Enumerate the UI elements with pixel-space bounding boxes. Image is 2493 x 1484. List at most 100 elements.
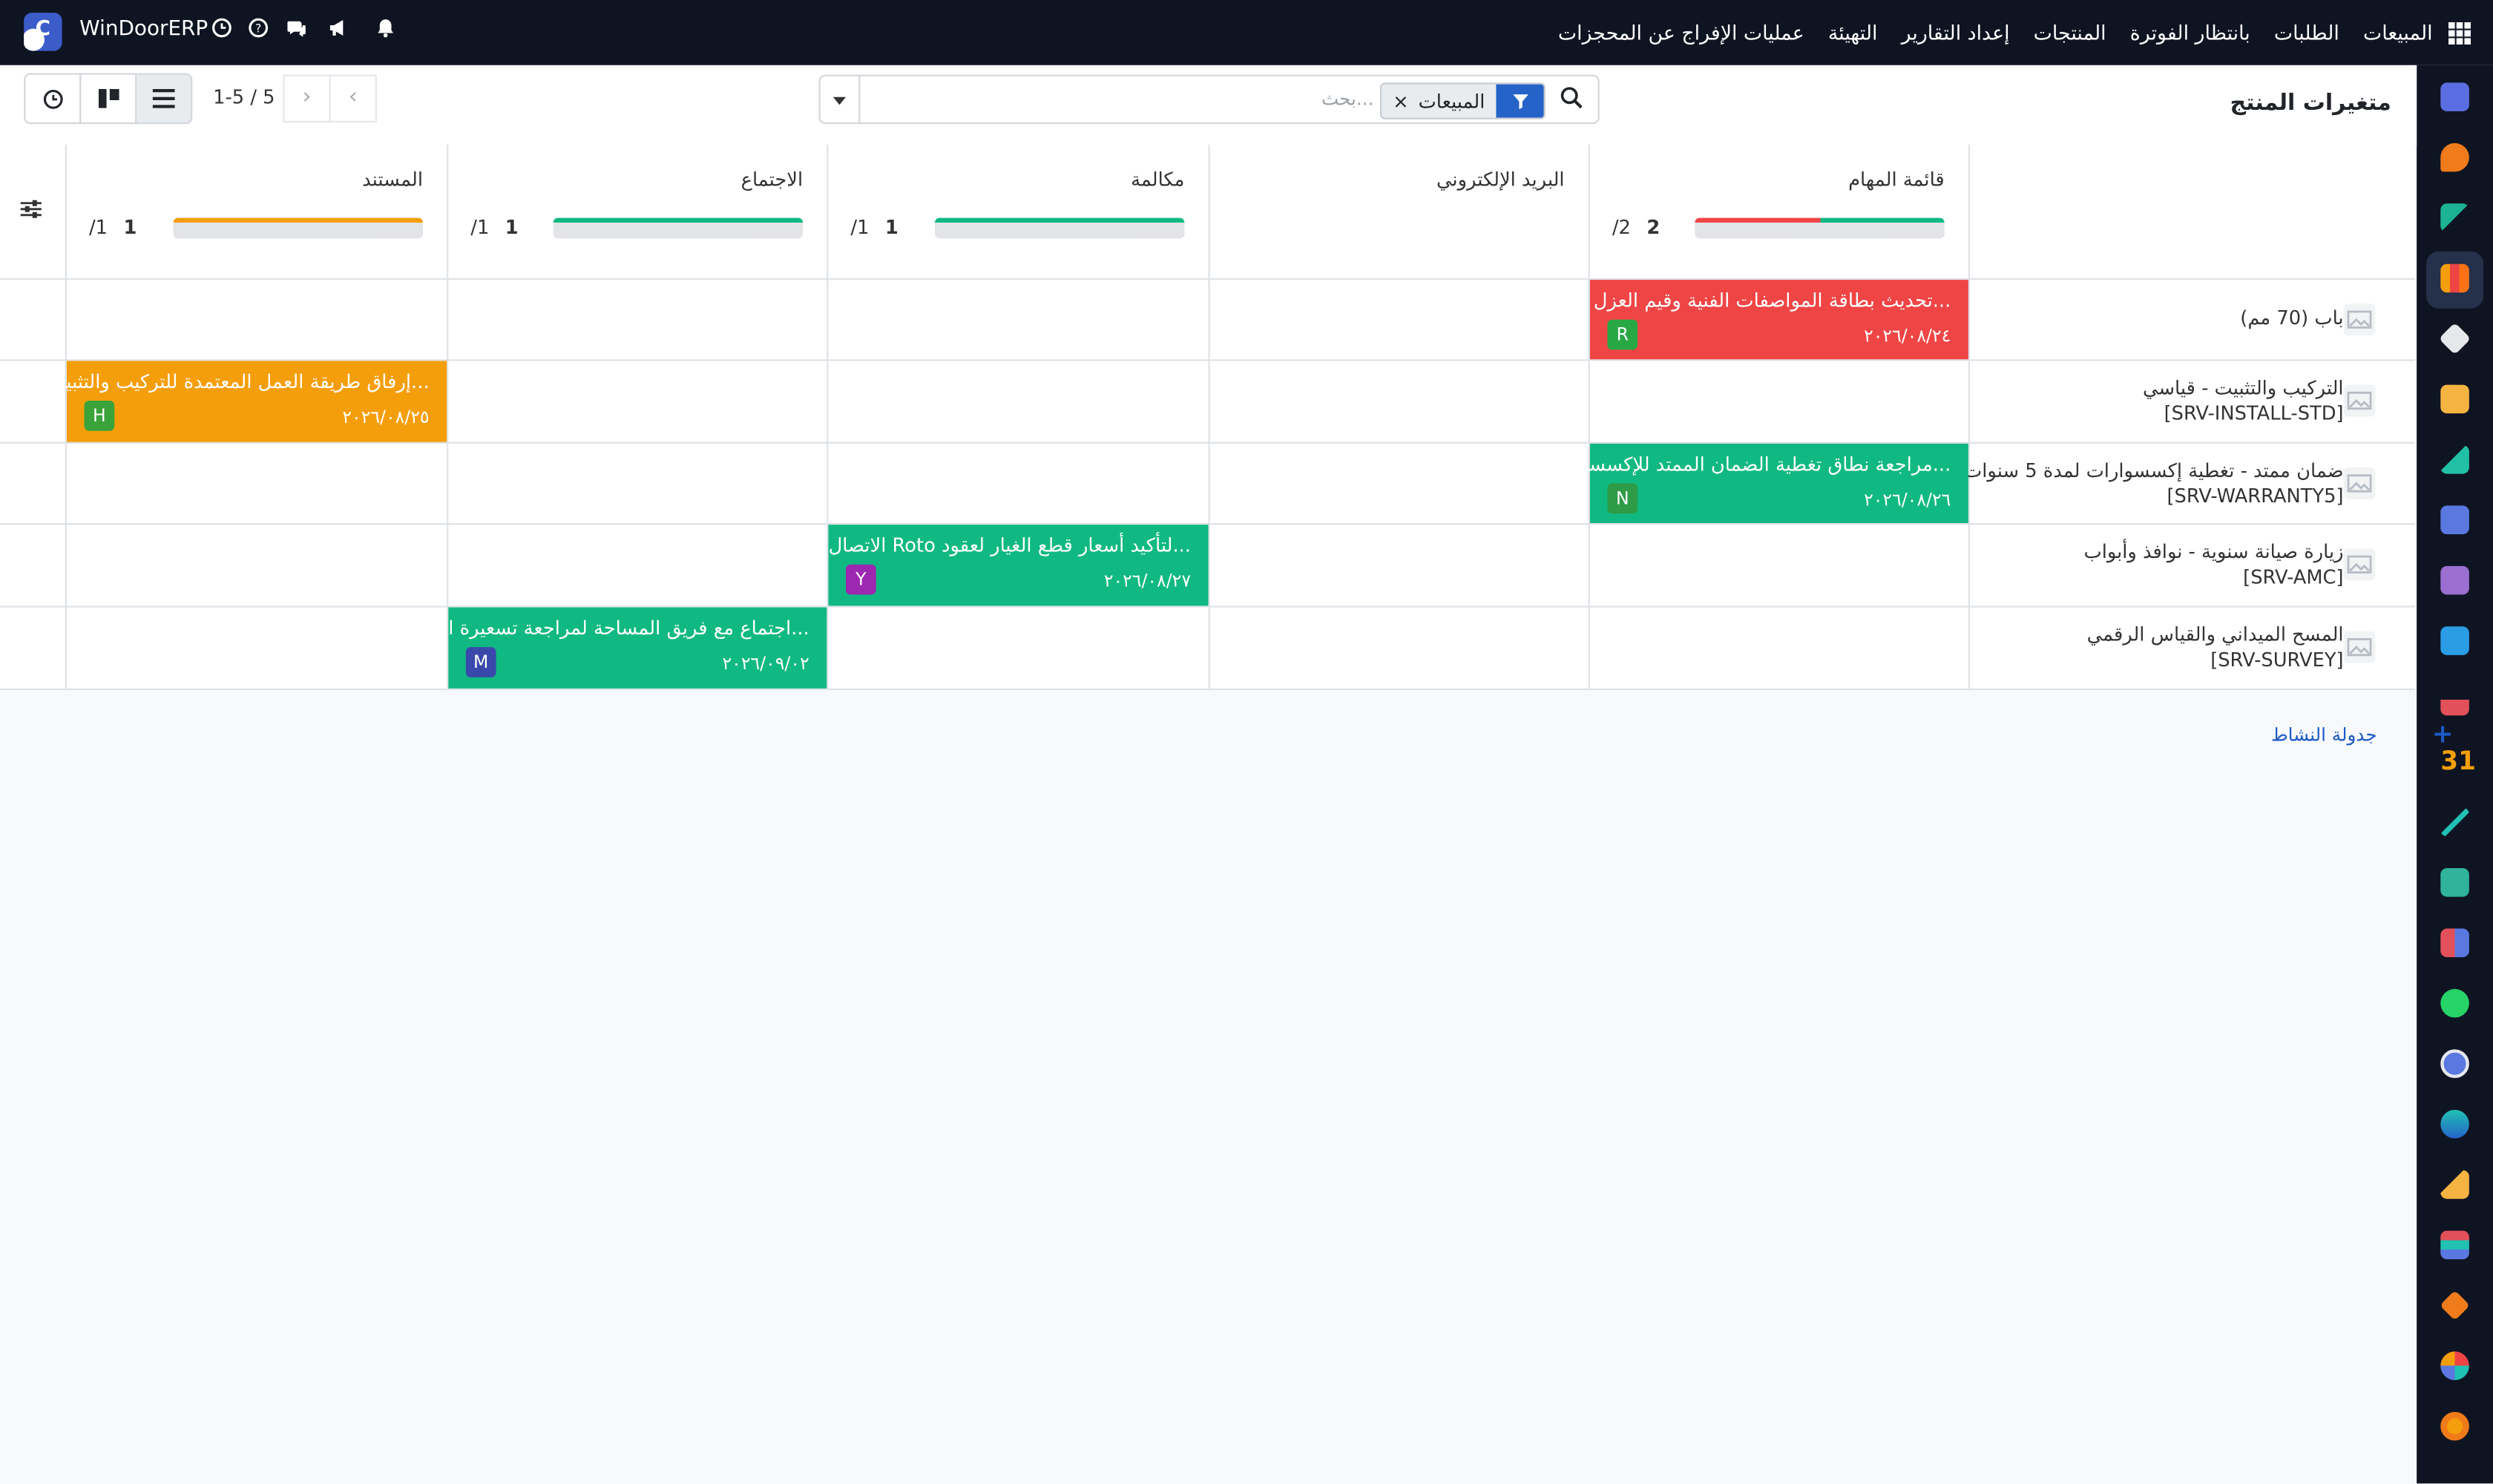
list-view-button[interactable] xyxy=(135,73,193,125)
column-count: /2 2 xyxy=(1612,216,1661,239)
pager-value[interactable]: 1-5 / 5 xyxy=(213,86,275,108)
bell-icon[interactable] xyxy=(372,18,397,47)
column-progress-bar xyxy=(1695,217,1945,239)
column-count: /1 1 xyxy=(89,216,137,239)
column-count: /1 1 xyxy=(470,216,519,239)
column-header-email[interactable]: البريد الإلكتروني xyxy=(1209,145,1589,278)
employees-icon[interactable] xyxy=(2440,686,2469,716)
filter-icon xyxy=(1496,84,1544,118)
dashboards-icon[interactable] xyxy=(2440,928,2469,957)
company-name[interactable]: WinDoorERP xyxy=(79,18,208,42)
whatsapp-icon[interactable] xyxy=(2440,988,2469,1018)
menu-sales[interactable]: المبيعات xyxy=(2363,21,2433,45)
column-name: الاجتماع xyxy=(740,168,804,191)
facet-label: المبيعات xyxy=(1418,90,1485,113)
main-menu: المبيعات الطلبات بانتظار الفوترة المنتجا… xyxy=(1534,0,2471,65)
row-record-name[interactable]: زيارة صيانة سنوية - نوافذ وأبواب [SRV-AMC… xyxy=(2083,539,2343,590)
discuss-icon[interactable] xyxy=(2440,142,2469,172)
column-name: مكالمة xyxy=(1131,168,1185,191)
activity-summary: إرفاق طريقة العمل المعتمدة للتركيب والتث… xyxy=(47,370,430,393)
menu-configuration[interactable]: التهيئة xyxy=(1828,21,1878,45)
activity-summary: مراجعة نطاق تغطية الضمان الممتد للإكسسوا… xyxy=(1565,453,1951,476)
clock-icon[interactable] xyxy=(208,18,234,47)
menu-orders[interactable]: الطلبات xyxy=(2274,21,2339,45)
facet-remove-icon[interactable]: × xyxy=(1382,90,1409,112)
column-header-call[interactable]: مكالمة /1 1 xyxy=(827,145,1208,278)
product-icon[interactable] xyxy=(2438,322,2471,355)
activity-date: ٢٠٢٦/٠٩/٠٢ xyxy=(722,653,809,674)
helpdesk-icon[interactable] xyxy=(2440,1230,2469,1260)
activity-date: ٢٠٢٦/٠٨/٢٦ xyxy=(1864,490,1951,510)
search-input[interactable]: بحث... xyxy=(1321,88,1373,110)
avatar: H xyxy=(84,401,115,431)
email-icon[interactable] xyxy=(2440,1170,2469,1199)
calendar-icon[interactable]: 31 xyxy=(2440,746,2476,776)
activity-summary: اجتماع مع فريق المساحة لمراجعة تسعيرة ال… xyxy=(430,617,809,640)
column-header-todo[interactable]: قائمة المهام /2 2 xyxy=(1589,145,1968,278)
spreadsheet-icon[interactable] xyxy=(2440,1351,2469,1380)
column-progress-bar xyxy=(173,217,424,239)
purchase-icon[interactable] xyxy=(2440,1290,2471,1321)
activity-card[interactable]: اجتماع مع فريق المساحة لمراجعة تسعيرة ال… xyxy=(430,607,827,689)
column-name: قائمة المهام xyxy=(1848,168,1945,191)
column-settings-icon[interactable] xyxy=(19,197,48,226)
activity-card[interactable]: تحديث بطاقة المواصفات الفنية وقيم العزل … xyxy=(1569,280,1968,360)
menu-to-invoice[interactable]: بانتظار الفوترة xyxy=(2130,21,2250,45)
column-progress-bar xyxy=(553,217,804,239)
column-progress-bar xyxy=(935,217,1185,239)
plus-icon[interactable]: + xyxy=(2432,719,2454,749)
menu-reporting[interactable]: إعداد التقارير xyxy=(1902,21,2010,45)
mail-marketing-icon[interactable] xyxy=(2440,82,2469,111)
search-options-dropdown[interactable] xyxy=(821,76,861,122)
invoicing-icon[interactable] xyxy=(2440,626,2469,655)
pager-next-button[interactable]: › xyxy=(283,74,331,122)
search-icon[interactable] xyxy=(1560,86,1585,111)
settings-icon[interactable] xyxy=(2440,1411,2469,1441)
column-header-meeting[interactable]: الاجتماع /1 1 xyxy=(447,145,827,278)
activity-date: ٢٠٢٦/٠٨/٢٧ xyxy=(1103,571,1191,592)
image-placeholder-icon xyxy=(2343,303,2376,336)
megaphone-icon[interactable] xyxy=(324,18,349,47)
search-bar[interactable]: بحث... المبيعات × xyxy=(818,74,1600,125)
activity-view-button[interactable] xyxy=(24,73,82,125)
contacts-icon[interactable] xyxy=(2440,384,2469,414)
activity-card[interactable]: إرفاق طريقة العمل المعتمدة للتركيب والتث… xyxy=(47,361,447,442)
sales-icon[interactable] xyxy=(2440,263,2469,293)
row-record-name[interactable]: المسح الميداني والقياس الرقمي [SRV-SURVEY… xyxy=(2087,622,2344,673)
project-icon[interactable] xyxy=(2440,445,2469,474)
activity-summary: الاتصال بـ Roto لتأكيد أسعار قطع الغيار … xyxy=(811,534,1191,556)
company-logo[interactable]: C xyxy=(24,13,62,51)
knowledge-icon[interactable] xyxy=(2440,505,2469,534)
pager-previous-button[interactable]: ‹ xyxy=(329,74,377,122)
avatar: Y xyxy=(846,564,876,595)
website-icon[interactable] xyxy=(2440,1109,2469,1139)
activity-date: ٢٠٢٦/٠٨/٢٥ xyxy=(342,407,430,428)
search-facet: المبيعات × xyxy=(1380,82,1546,119)
avatar: R xyxy=(1607,319,1638,350)
chat-icon[interactable] xyxy=(283,18,308,47)
kanban-view-button[interactable] xyxy=(79,73,137,125)
row-record-name[interactable]: ضمان ممتد - تغطية إكسسوارات لمدة 5 سنوات… xyxy=(1964,458,2344,509)
sign-icon[interactable] xyxy=(2440,807,2469,837)
documents-icon[interactable] xyxy=(2440,565,2469,595)
image-placeholder-icon xyxy=(2343,548,2376,581)
menu-reservation-release[interactable]: عمليات الإفراج عن المحجزات xyxy=(1558,21,1804,45)
apps-grid-icon[interactable] xyxy=(2448,21,2471,44)
activity-grid: قائمة المهام /2 2 البريد الإلكتروني مكالم… xyxy=(0,145,2415,690)
list-icon xyxy=(152,89,175,108)
row-record-name[interactable]: باب (70 مم) xyxy=(2240,305,2343,330)
app-dock: 31 xyxy=(2417,65,2493,1484)
crm-icon[interactable] xyxy=(2440,868,2469,897)
activity-card[interactable]: الاتصال بـ Roto لتأكيد أسعار قطع الغيار … xyxy=(812,525,1209,606)
menu-products[interactable]: المنتجات xyxy=(2034,21,2106,45)
inventory-icon[interactable] xyxy=(2440,203,2469,232)
page-title: متغيرات المنتج xyxy=(2230,91,2391,116)
schedule-activity-link[interactable]: جدولة النشاط xyxy=(2271,723,2377,746)
svg-text:?: ? xyxy=(254,22,260,36)
help-icon[interactable]: ? xyxy=(245,18,270,47)
timesheet-icon[interactable] xyxy=(2440,1049,2469,1078)
activity-card[interactable]: مراجعة نطاق تغطية الضمان الممتد للإكسسوا… xyxy=(1565,443,1968,523)
top-navbar: C WinDoorERP ? المبيعات الطلبات بانتظار … xyxy=(0,0,2493,65)
row-record-name[interactable]: التركيب والتثبيت - قياسي [SRV-INSTALL-STD… xyxy=(2143,375,2344,427)
column-header-document[interactable]: المستند /1 1 xyxy=(65,145,447,278)
